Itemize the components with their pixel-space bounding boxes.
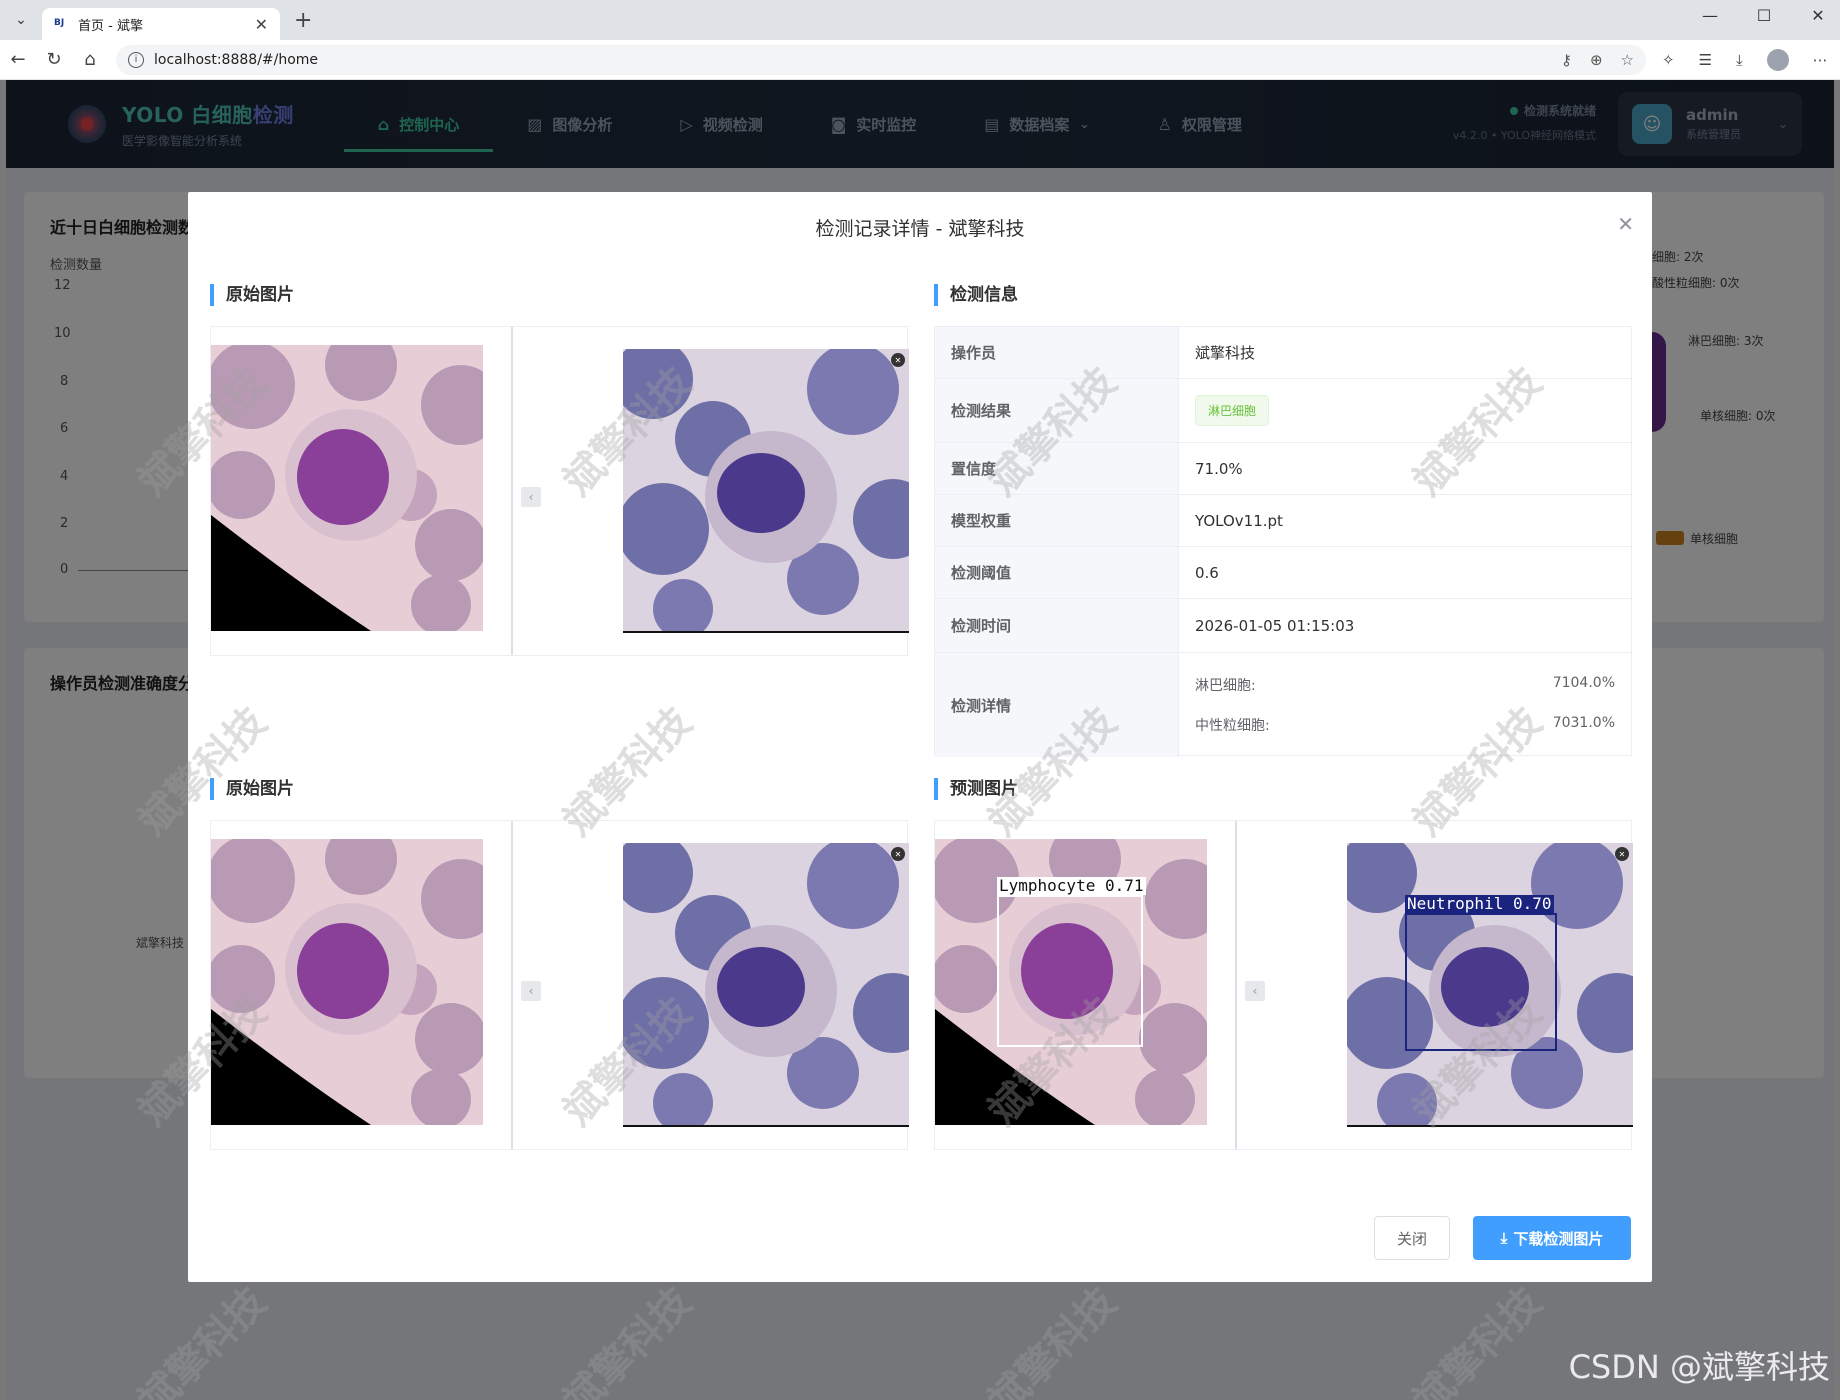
site-info-icon[interactable]: i bbox=[128, 51, 144, 68]
info-key: 操作员 bbox=[935, 327, 1179, 378]
download-button[interactable]: ⤓ 下载检测图片 bbox=[1473, 1216, 1631, 1260]
home-icon[interactable]: ⌂ bbox=[72, 49, 108, 70]
url-text: localhost:8888/#/home bbox=[154, 51, 319, 68]
info-value: 斌擎科技 bbox=[1195, 344, 1256, 362]
info-row-weights: 模型权重 YOLOv11.pt bbox=[935, 495, 1631, 547]
original-image-1[interactable] bbox=[211, 839, 483, 1125]
gallery-divider bbox=[511, 821, 513, 1149]
info-key: 检测详情 bbox=[935, 653, 1179, 757]
original-image-2[interactable]: ✕ bbox=[623, 843, 909, 1127]
info-row-operator: 操作员 斌擎科技 bbox=[935, 327, 1631, 379]
extensions-icon[interactable]: ✧ bbox=[1662, 51, 1675, 69]
download-icon: ⤓ bbox=[1500, 1229, 1508, 1247]
close-icon[interactable]: ✕ bbox=[1617, 212, 1634, 236]
close-icon[interactable]: ✕ bbox=[891, 353, 905, 367]
address-bar: ← ↻ ⌂ i localhost:8888/#/home ⚷ ⊕ ☆ ✧ ☰ … bbox=[0, 40, 1840, 80]
predicted-image-1[interactable]: Lymphocyte 0.71 bbox=[935, 839, 1207, 1125]
section-info: 检测信息 bbox=[934, 284, 1018, 306]
section-predicted: 预测图片 bbox=[934, 778, 1018, 800]
info-value: 2026-01-05 01:15:03 bbox=[1195, 616, 1355, 635]
modal-title: 检测记录详情 - 斌擎科技 bbox=[815, 218, 1025, 240]
back-icon[interactable]: ← bbox=[0, 49, 36, 70]
prev-arrow-icon[interactable]: ‹ bbox=[1245, 981, 1265, 1001]
original-image-gallery-top: ‹ ✕ bbox=[210, 326, 909, 656]
zoom-icon[interactable]: ⊕ bbox=[1590, 51, 1603, 69]
key-icon[interactable]: ⚷ bbox=[1561, 51, 1572, 69]
predicted-image-2[interactable]: Neutrophil 0.70 ✕ bbox=[1347, 843, 1633, 1127]
info-key: 模型权重 bbox=[935, 495, 1179, 546]
gallery-divider bbox=[1235, 821, 1237, 1149]
detection-info-table: 操作员 斌擎科技 检测结果 淋巴细胞 置信度 71.0% 模型权重 YOLOv1… bbox=[934, 326, 1632, 757]
favorites-icon[interactable]: ☰ bbox=[1699, 51, 1712, 69]
window-controls: — ☐ ✕ bbox=[1698, 6, 1830, 25]
close-icon[interactable]: ✕ bbox=[1615, 847, 1629, 861]
info-row-result: 检测结果 淋巴细胞 bbox=[935, 379, 1631, 443]
browser-tab[interactable]: BJ 首页 - 斌擎 ✕ bbox=[42, 8, 280, 40]
info-value: 0.6 bbox=[1195, 563, 1219, 582]
profile-avatar[interactable] bbox=[1766, 48, 1789, 71]
gallery-divider bbox=[511, 327, 513, 655]
info-row-confidence: 置信度 71.0% bbox=[935, 443, 1631, 495]
detail-list: 淋巴细胞: 7104.0% 中性粒细胞: 7031.0% bbox=[1195, 665, 1631, 745]
download-icon[interactable]: ⤓ bbox=[1736, 51, 1743, 69]
tab-close-icon[interactable]: ✕ bbox=[255, 15, 268, 34]
predicted-image-gallery: Lymphocyte 0.71 ‹ Neutrophil 0.70 ✕ bbox=[934, 820, 1633, 1150]
tab-list-icon[interactable]: ⌄ bbox=[6, 5, 36, 35]
prev-arrow-icon[interactable]: ‹ bbox=[521, 487, 541, 507]
close-button[interactable]: 关闭 bbox=[1374, 1216, 1450, 1260]
info-key: 检测时间 bbox=[935, 599, 1179, 652]
url-field[interactable]: i localhost:8888/#/home ⚷ ⊕ ☆ bbox=[116, 44, 1646, 75]
reload-icon[interactable]: ↻ bbox=[36, 49, 72, 70]
detection-box-neutrophil bbox=[1405, 913, 1557, 1051]
info-row-time: 检测时间 2026-01-05 01:15:03 bbox=[935, 599, 1631, 653]
csdn-watermark: CSDN @斌擎科技 bbox=[1568, 1348, 1830, 1386]
detection-label-neutrophil: Neutrophil 0.70 bbox=[1405, 894, 1554, 913]
browser-tab-bar: ⌄ BJ 首页 - 斌擎 ✕ + — ☐ ✕ bbox=[0, 0, 1840, 40]
section-original-top: 原始图片 bbox=[210, 284, 294, 306]
info-value: 71.0% bbox=[1195, 459, 1243, 478]
info-key: 检测阈值 bbox=[935, 547, 1179, 598]
new-tab-icon[interactable]: + bbox=[294, 8, 312, 33]
info-value: YOLOv11.pt bbox=[1195, 511, 1283, 530]
section-original-bottom: 原始图片 bbox=[210, 778, 294, 800]
original-image-2[interactable]: ✕ bbox=[623, 349, 909, 633]
info-key: 置信度 bbox=[935, 443, 1179, 494]
detail-item: 中性粒细胞: 7031.0% bbox=[1195, 715, 1615, 734]
close-icon[interactable]: ✕ bbox=[891, 847, 905, 861]
tab-favicon: BJ bbox=[54, 18, 65, 28]
original-image-1[interactable] bbox=[211, 345, 483, 631]
more-icon[interactable]: ⋯ bbox=[1813, 51, 1828, 69]
info-row-threshold: 检测阈值 0.6 bbox=[935, 547, 1631, 599]
detection-box-lymphocyte bbox=[997, 895, 1143, 1047]
prev-arrow-icon[interactable]: ‹ bbox=[521, 981, 541, 1001]
tab-title: 首页 - 斌擎 bbox=[78, 18, 143, 34]
detail-modal: 检测记录详情 - 斌擎科技 ✕ 原始图片 ‹ ✕ 检测信息 操作员 斌擎科技 检… bbox=[188, 192, 1652, 1282]
minimize-icon[interactable]: — bbox=[1698, 6, 1722, 25]
detection-label-lymphocyte: Lymphocyte 0.71 bbox=[997, 876, 1146, 895]
detail-item: 淋巴细胞: 7104.0% bbox=[1195, 675, 1615, 694]
original-image-gallery-bottom: ‹ ✕ bbox=[210, 820, 909, 1150]
result-tag: 淋巴细胞 bbox=[1195, 395, 1270, 426]
info-row-details: 检测详情 淋巴细胞: 7104.0% 中性粒细胞: 7031.0% bbox=[935, 653, 1631, 757]
window-close-icon[interactable]: ✕ bbox=[1806, 6, 1830, 25]
favorite-star-icon[interactable]: ☆ bbox=[1621, 51, 1634, 69]
info-key: 检测结果 bbox=[935, 379, 1179, 442]
maximize-icon[interactable]: ☐ bbox=[1752, 6, 1776, 25]
